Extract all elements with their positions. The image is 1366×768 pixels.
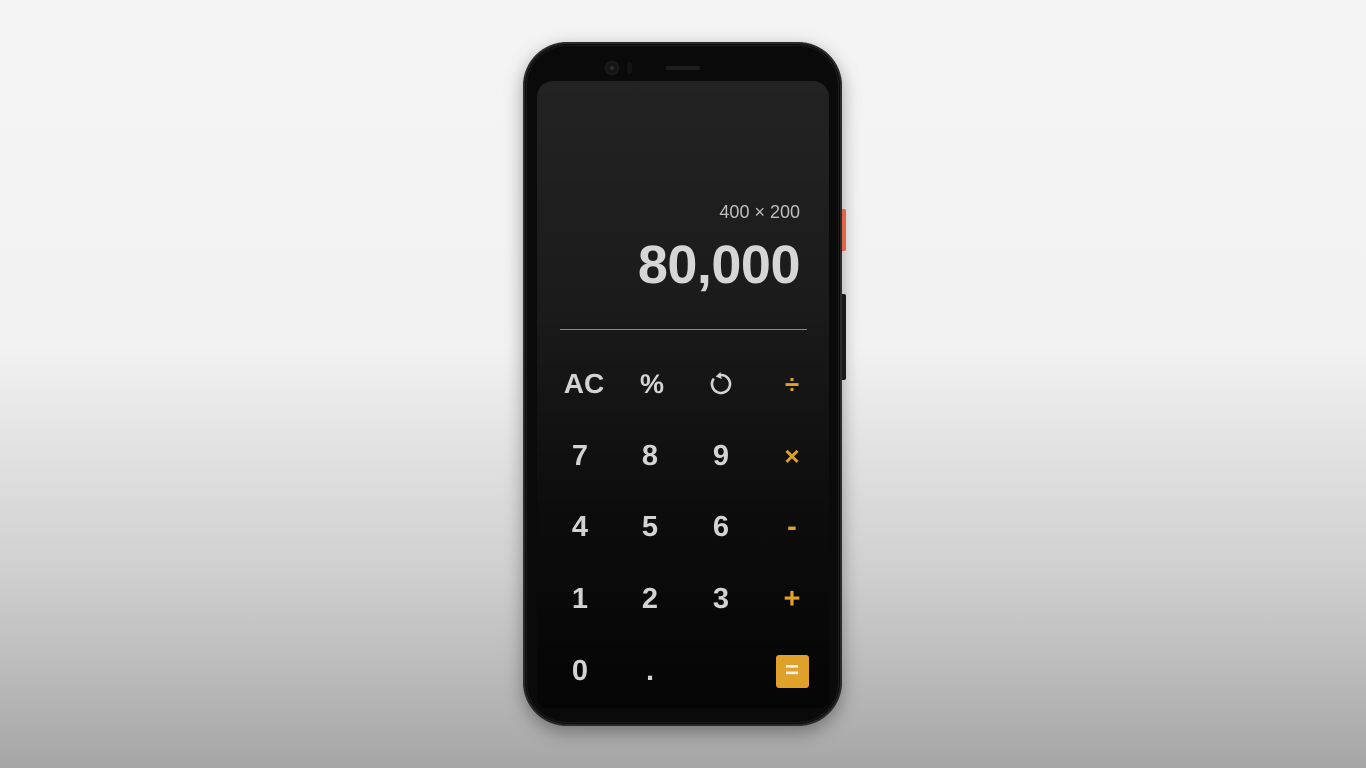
divide-button[interactable]: ÷: [764, 359, 820, 409]
percent-button[interactable]: %: [624, 359, 680, 409]
proximity-sensor: [627, 62, 632, 74]
front-camera: [605, 61, 619, 75]
digit-0-button[interactable]: 0: [552, 646, 608, 696]
calculator-screen: 400 × 200 80,000 AC % ÷ 7 8 9 × 4 5 6 - …: [537, 81, 829, 708]
power-button: [842, 209, 846, 251]
multiply-button[interactable]: ×: [764, 431, 820, 481]
digit-3-button[interactable]: 3: [693, 574, 749, 624]
decimal-button[interactable]: .: [622, 646, 678, 696]
add-button[interactable]: +: [764, 574, 820, 624]
clear-button[interactable]: AC: [556, 359, 612, 409]
digit-4-button[interactable]: 4: [552, 502, 608, 552]
undo-icon: [708, 371, 734, 397]
equals-button[interactable]: =: [764, 646, 820, 696]
undo-button[interactable]: [693, 359, 749, 409]
digit-2-button[interactable]: 2: [622, 574, 678, 624]
digit-6-button[interactable]: 6: [693, 502, 749, 552]
digit-5-button[interactable]: 5: [622, 502, 678, 552]
display-divider: [560, 329, 807, 330]
volume-button: [842, 294, 846, 380]
result-display: 80,000: [637, 235, 801, 295]
expression-display: 400 × 200: [719, 202, 800, 222]
earpiece-speaker: [666, 66, 700, 70]
digit-7-button[interactable]: 7: [552, 431, 608, 481]
subtract-button[interactable]: -: [764, 502, 820, 552]
equals-label: =: [775, 654, 809, 688]
digit-9-button[interactable]: 9: [693, 431, 749, 481]
digit-8-button[interactable]: 8: [622, 431, 678, 481]
digit-1-button[interactable]: 1: [552, 574, 608, 624]
